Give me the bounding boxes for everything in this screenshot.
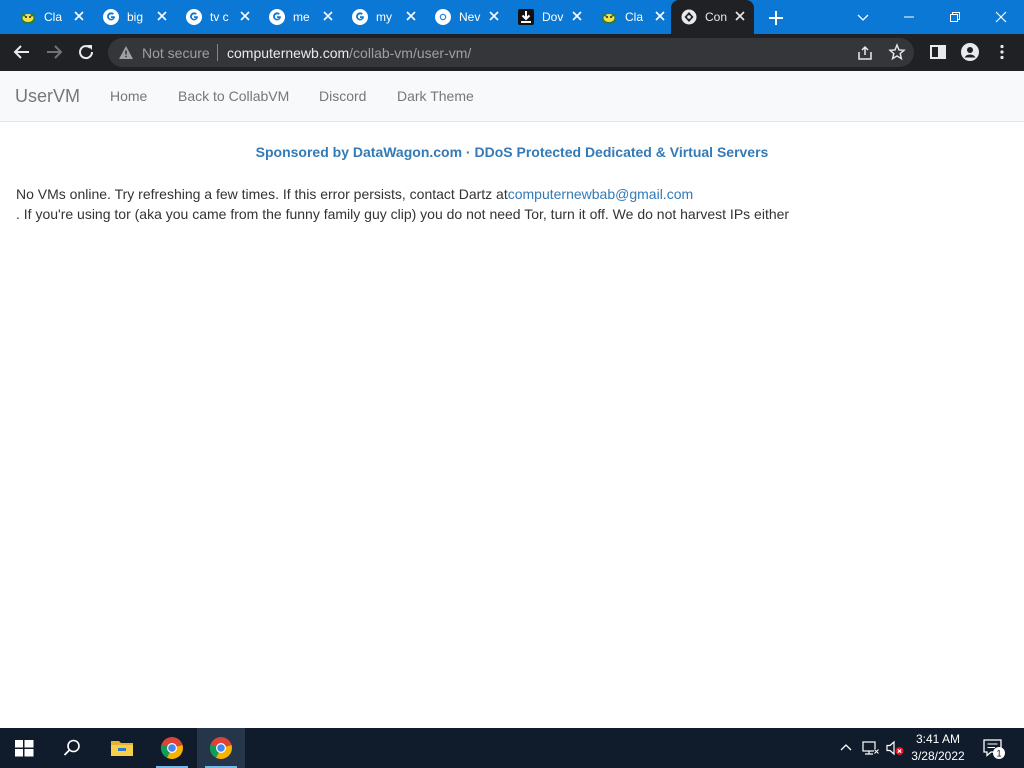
chrome-icon <box>435 9 451 25</box>
back-arrow-icon[interactable] <box>12 42 32 62</box>
chevron-down-icon <box>857 14 869 21</box>
restore-button[interactable] <box>932 0 978 34</box>
close-tab-icon[interactable] <box>652 8 668 24</box>
close-tab-icon[interactable] <box>486 8 502 24</box>
close-tab-icon[interactable] <box>403 8 419 24</box>
taskbar-file-explorer[interactable] <box>98 728 146 768</box>
error-message: No VMs online. Try refreshing a few time… <box>16 184 1006 224</box>
tab-title: me <box>293 10 310 24</box>
message-text-before: No VMs online. Try refreshing a few time… <box>16 186 508 202</box>
notification-count: 1 <box>996 749 1001 760</box>
tab-title: Cla <box>625 10 644 24</box>
windows-logo-icon <box>15 740 34 757</box>
browser-tab[interactable]: big <box>93 0 176 34</box>
tab-title: my <box>376 10 392 24</box>
close-tab-icon[interactable] <box>237 8 253 24</box>
contact-email-link[interactable]: computernewbab@gmail.com <box>508 186 693 202</box>
message-text-after: . If you're using tor (aka you came from… <box>16 206 790 222</box>
bookmark-star-icon[interactable] <box>888 43 906 61</box>
tab-title: Dov <box>542 10 564 24</box>
browser-tab[interactable]: Dov <box>508 0 591 34</box>
tab-title: Cla <box>44 10 63 24</box>
url-host: computernewb.com <box>227 45 350 61</box>
close-window-button[interactable] <box>978 0 1024 34</box>
taskbar-chrome[interactable] <box>148 728 196 768</box>
close-tab-icon[interactable] <box>569 8 585 24</box>
close-icon <box>995 11 1007 23</box>
chrome-icon <box>209 737 232 759</box>
action-center-icon[interactable]: 1 <box>982 738 1006 760</box>
security-status[interactable]: Not secure <box>142 45 210 61</box>
close-tab-icon[interactable] <box>732 8 748 24</box>
taskbar-clock[interactable]: 3:41 AM 3/28/2022 <box>904 731 972 765</box>
chevron-up-icon[interactable] <box>838 740 854 756</box>
tab-strip: Cla big tv c me my Nev Dov Cla Con <box>0 0 1024 34</box>
download-icon <box>518 9 534 25</box>
menu-kebab-icon[interactable] <box>992 42 1012 62</box>
side-panel-icon[interactable] <box>928 42 948 62</box>
url-path: /collab-vm/user-vm/ <box>349 45 472 61</box>
nav-link-back-to-collabvm[interactable]: Back to CollabVM <box>178 88 289 104</box>
windows-taskbar: 3:41 AM 3/28/2022 1 <box>0 728 1024 768</box>
clock-time: 3:41 AM <box>915 732 961 746</box>
volume-muted-icon[interactable] <box>885 740 905 756</box>
google-icon <box>352 9 368 25</box>
taskbar-chrome-active[interactable] <box>197 728 245 768</box>
restore-icon <box>950 12 960 22</box>
site-brand[interactable]: UserVM <box>15 86 80 107</box>
close-tab-icon[interactable] <box>320 8 336 24</box>
tab-title: Nev <box>459 10 481 24</box>
forward-arrow-icon[interactable] <box>44 42 64 62</box>
minimize-button[interactable] <box>886 0 932 34</box>
browser-tab[interactable]: Nev <box>425 0 508 34</box>
tab-title: big <box>127 10 144 24</box>
minimize-icon <box>904 16 914 18</box>
clash-monster-icon <box>21 13 35 24</box>
nav-link-discord[interactable]: Discord <box>319 88 366 104</box>
close-tab-icon[interactable] <box>71 8 87 24</box>
omnibox-divider <box>217 44 218 61</box>
browser-tab[interactable]: Cla <box>10 0 93 34</box>
google-icon <box>269 9 285 25</box>
browser-tab[interactable]: me <box>259 0 342 34</box>
close-tab-icon[interactable] <box>154 8 170 24</box>
browser-tab[interactable]: tv c <box>176 0 259 34</box>
tab-search-button[interactable] <box>840 0 886 34</box>
nav-link-dark-theme[interactable]: Dark Theme <box>397 88 474 104</box>
browser-tab[interactable]: Cla <box>591 0 674 34</box>
clash-monster-icon <box>602 13 616 24</box>
search-icon <box>63 739 80 756</box>
google-icon <box>103 9 119 25</box>
collabvm-icon <box>681 9 697 25</box>
google-icon <box>186 9 202 25</box>
chrome-icon <box>160 737 183 759</box>
address-bar[interactable]: Not secure computernewb.com/collab-vm/us… <box>108 38 914 67</box>
browser-tab-active[interactable]: Con <box>671 0 754 34</box>
sponsor-link[interactable]: Sponsored by DataWagon.com · DDoS Protec… <box>0 144 1024 160</box>
file-explorer-icon <box>111 741 133 756</box>
start-button[interactable] <box>0 728 48 768</box>
taskbar-search-button[interactable] <box>48 728 96 768</box>
profile-icon[interactable] <box>960 42 980 62</box>
tab-title: tv c <box>210 10 229 24</box>
url-text[interactable]: computernewb.com/collab-vm/user-vm/ <box>227 45 471 61</box>
browser-tab[interactable]: my <box>342 0 425 34</box>
new-tab-icon[interactable] <box>766 8 786 28</box>
nav-link-home[interactable]: Home <box>110 88 147 104</box>
clock-date: 3/28/2022 <box>911 749 965 763</box>
site-navbar: UserVM Home Back to CollabVM Discord Dar… <box>0 71 1024 122</box>
tab-title: Con <box>705 10 728 24</box>
share-icon[interactable] <box>856 44 874 62</box>
reload-icon[interactable] <box>76 42 96 62</box>
warning-icon[interactable] <box>118 45 134 60</box>
network-icon[interactable] <box>861 740 879 756</box>
